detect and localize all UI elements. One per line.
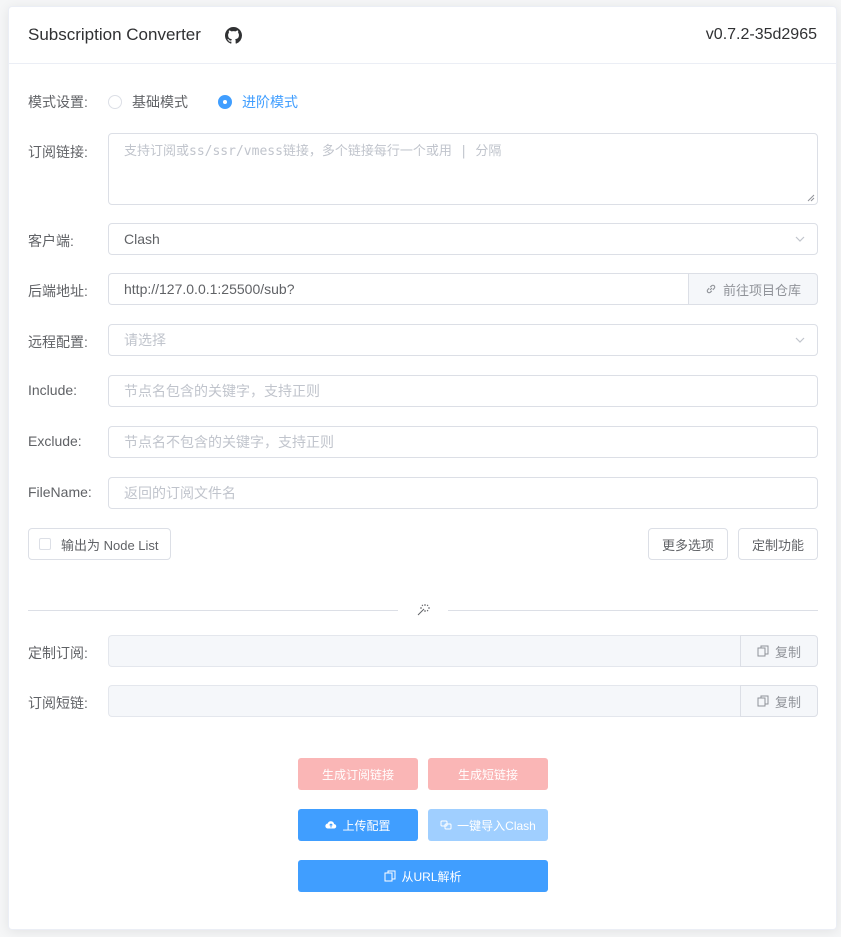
custom-sub-input[interactable] xyxy=(108,635,740,667)
import-clash-label: 一键导入Clash xyxy=(457,818,536,833)
divider-icon-wrap xyxy=(398,601,448,619)
checkbox-box xyxy=(39,538,51,550)
short-link-input[interactable] xyxy=(108,685,740,717)
import-clash-button[interactable]: 一键导入Clash xyxy=(428,809,548,841)
custom-sub-input-group: 复制 xyxy=(108,635,818,667)
subscription-label: 订阅链接: xyxy=(28,144,88,160)
remote-config-label: 远程配置: xyxy=(28,334,88,350)
backend-input[interactable]: http://127.0.0.1:25500/sub? xyxy=(108,273,688,305)
connection-icon xyxy=(440,820,452,830)
custom-features-label: 定制功能 xyxy=(751,537,804,553)
remote-config-select[interactable]: 请选择 xyxy=(108,324,818,356)
link-icon xyxy=(706,284,716,294)
generate-short-button[interactable]: 生成短链接 xyxy=(428,758,548,790)
short-link-label: 订阅短链: xyxy=(28,695,88,711)
short-link-input-group: 复制 xyxy=(108,685,818,717)
copy-label: 复制 xyxy=(775,644,802,660)
filename-label: FileName: xyxy=(28,484,92,500)
exclude-label: Exclude: xyxy=(28,433,82,449)
custom-features-button[interactable]: 定制功能 xyxy=(738,528,818,560)
backend-label: 后端地址: xyxy=(28,283,88,299)
exclude-row: Exclude: 节点名不包含的关键字，支持正则 xyxy=(9,426,838,458)
exclude-input[interactable]: 节点名不包含的关键字，支持正则 xyxy=(108,426,818,458)
custom-sub-row: 定制订阅: 复制 xyxy=(9,635,838,667)
app-title: Subscription Converter xyxy=(28,25,201,44)
more-options-button[interactable]: 更多选项 xyxy=(648,528,728,560)
upload-config-label: 上传配置 xyxy=(342,818,391,833)
generate-sub-button[interactable]: 生成订阅链接 xyxy=(298,758,418,790)
mode-row: 模式设置: 基础模式 进阶模式 xyxy=(9,91,838,111)
backend-input-group: http://127.0.0.1:25500/sub? 前往项目仓库 xyxy=(108,273,818,305)
copy-label: 复制 xyxy=(775,694,802,710)
include-input[interactable]: 节点名包含的关键字，支持正则 xyxy=(108,375,818,407)
remote-config-row: 远程配置: 请选择 xyxy=(9,324,838,356)
exclude-placeholder: 节点名不包含的关键字，支持正则 xyxy=(124,434,334,450)
chevron-down-icon xyxy=(795,236,805,242)
client-value: Clash xyxy=(124,231,160,247)
radio-advanced-label: 进阶模式 xyxy=(242,94,298,110)
backend-value: http://127.0.0.1:25500/sub? xyxy=(124,281,295,297)
radio-basic-dot xyxy=(108,95,122,109)
remote-config-placeholder: 请选择 xyxy=(124,332,166,348)
main-card: Subscription Converter v0.7.2-35d2965 模式… xyxy=(8,6,837,930)
copy-custom-sub-button[interactable]: 复制 xyxy=(740,635,818,667)
filename-placeholder: 返回的订阅文件名 xyxy=(124,485,236,501)
radio-basic-mode[interactable]: 基础模式 xyxy=(108,92,188,112)
upload-config-button[interactable]: 上传配置 xyxy=(298,809,418,841)
radio-basic-label: 基础模式 xyxy=(132,94,188,110)
include-placeholder: 节点名包含的关键字，支持正则 xyxy=(124,383,320,399)
generate-sub-label: 生成订阅链接 xyxy=(321,767,394,782)
client-select[interactable]: Clash xyxy=(108,223,818,255)
client-label: 客户端: xyxy=(28,233,74,249)
goto-repo-button[interactable]: 前往项目仓库 xyxy=(688,273,818,305)
radio-advanced-mode[interactable]: 进阶模式 xyxy=(218,92,298,112)
title-wrap: Subscription Converter xyxy=(28,25,242,45)
version-label: v0.7.2-35d2965 xyxy=(705,26,817,43)
include-row: Include: 节点名包含的关键字，支持正则 xyxy=(9,375,838,407)
generate-short-label: 生成短链接 xyxy=(457,767,518,782)
subscription-placeholder: 支持订阅或ss/ssr/vmess链接，多个链接每行一个或用 | 分隔 xyxy=(124,144,502,159)
filename-input[interactable]: 返回的订阅文件名 xyxy=(108,477,818,509)
upload-cloud-icon xyxy=(325,821,337,829)
card-header: Subscription Converter v0.7.2-35d2965 xyxy=(9,7,836,64)
parse-url-label: 从URL解析 xyxy=(401,869,462,884)
copy-document-icon xyxy=(384,870,396,882)
github-icon[interactable] xyxy=(224,26,242,44)
resize-grip-icon[interactable] xyxy=(807,194,815,202)
goto-repo-label: 前往项目仓库 xyxy=(723,282,802,298)
node-list-checkbox[interactable]: 输出为 Node List xyxy=(28,528,171,560)
include-label: Include: xyxy=(28,382,78,398)
subscription-row: 订阅链接: 支持订阅或ss/ssr/vmess链接，多个链接每行一个或用 | 分… xyxy=(9,133,838,205)
filename-row: FileName: 返回的订阅文件名 xyxy=(9,477,838,509)
mode-label: 模式设置: xyxy=(28,94,88,110)
backend-row: 后端地址: http://127.0.0.1:25500/sub? 前往项目仓库 xyxy=(9,273,838,305)
magic-stick-icon xyxy=(417,604,430,616)
node-list-label: 输出为 Node List xyxy=(61,537,159,553)
copy-icon xyxy=(757,695,769,707)
client-row: 客户端: Clash xyxy=(9,223,838,255)
copy-icon xyxy=(757,645,769,657)
custom-sub-label: 定制订阅: xyxy=(28,645,88,661)
chevron-down-icon xyxy=(795,337,805,343)
parse-url-button[interactable]: 从URL解析 xyxy=(298,860,548,892)
subscription-textarea[interactable]: 支持订阅或ss/ssr/vmess链接，多个链接每行一个或用 | 分隔 xyxy=(108,133,818,205)
copy-short-link-button[interactable]: 复制 xyxy=(740,685,818,717)
more-options-label: 更多选项 xyxy=(661,537,714,553)
radio-advanced-dot xyxy=(218,95,232,109)
short-link-row: 订阅短链: 复制 xyxy=(9,685,838,717)
